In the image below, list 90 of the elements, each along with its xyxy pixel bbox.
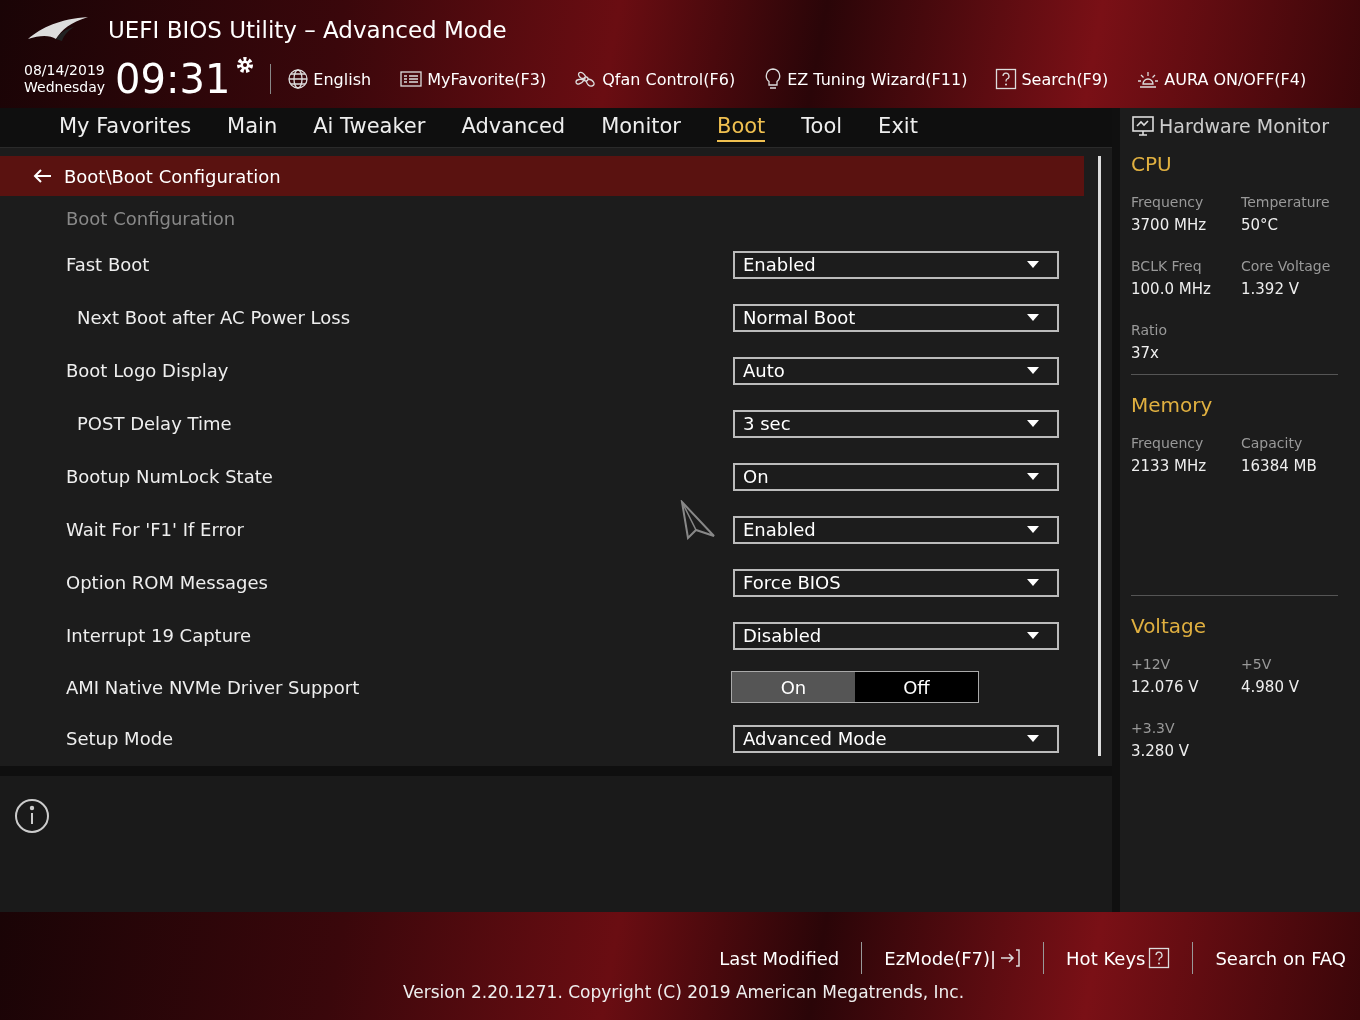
setting-label: Boot Logo Display	[66, 360, 230, 381]
dropdown-field[interactable]: Enabled	[733, 515, 1059, 544]
dropdown-arrow-icon	[1027, 579, 1039, 586]
section-heading: Boot Configuration	[65, 207, 237, 231]
dropdown-field[interactable]: Disabled	[733, 621, 1059, 650]
dropdown-field[interactable]: Auto	[733, 356, 1059, 385]
exit-icon	[999, 948, 1022, 968]
menu-tab[interactable]: Monitor	[601, 113, 681, 142]
version-text: Version 2.20.1271. Copyright (C) 2019 American Megatrends, Inc.	[403, 982, 965, 1002]
setting-label: AMI Native NVMe Driver Support	[66, 676, 361, 698]
menu-tab[interactable]: Advanced	[461, 113, 566, 142]
reading-label: BCLK Freq	[1131, 258, 1203, 274]
toggle-option[interactable]: On	[732, 672, 855, 702]
reading-label: Core Voltage	[1241, 258, 1332, 274]
scrollbar[interactable]	[1098, 156, 1101, 756]
group-heading: Memory	[1131, 393, 1214, 417]
dropdown-field[interactable]: Normal Boot	[733, 303, 1059, 332]
reading-value: 4.980 V	[1241, 678, 1300, 696]
clock-time: 09:31	[115, 56, 231, 102]
dropdown-arrow-icon	[1027, 314, 1039, 321]
setting-label: Wait For 'F1' If Error	[66, 519, 245, 540]
reading-label: Temperature	[1241, 194, 1331, 210]
footer-link[interactable]: Search on FAQ	[1192, 942, 1346, 974]
footer-link[interactable]: Hot Keys	[1043, 942, 1193, 974]
reading-value: 37x	[1131, 344, 1160, 362]
reading-label: +3.3V	[1131, 720, 1176, 736]
dropdown-arrow-icon	[1027, 632, 1039, 639]
dropdown-arrow-icon	[1027, 735, 1039, 742]
setting-label: Option ROM Messages	[66, 572, 269, 593]
reading-label: +12V	[1131, 656, 1172, 672]
toolbar-button[interactable]: MyFavorite(F3)	[399, 67, 547, 91]
reading-value: 100.0 MHz	[1131, 280, 1212, 298]
reading-label: Frequency	[1131, 194, 1205, 210]
reading-value: 2133 MHz	[1131, 457, 1208, 475]
toggle-option[interactable]: Off	[855, 672, 978, 702]
window-title: UEFI BIOS Utility – Advanced Mode	[108, 17, 507, 43]
footer-link[interactable]: EzMode(F7)|	[861, 942, 1044, 974]
reading-value: 1.392 V	[1241, 280, 1300, 298]
dropdown-field[interactable]: Force BIOS	[733, 568, 1059, 597]
dropdown-field[interactable]: Enabled	[733, 250, 1059, 279]
menu-tab[interactable]: Tool	[801, 113, 843, 142]
dropdown-arrow-icon	[1027, 367, 1039, 374]
weekday-text: Wednesday	[24, 79, 106, 96]
setting-label: Next Boot after AC Power Loss	[77, 307, 352, 328]
reading-value: 3700 MHz	[1131, 216, 1208, 234]
toolbar-button[interactable]: Qfan Control(F6)	[574, 67, 736, 91]
dropdown-arrow-icon	[1027, 261, 1039, 268]
dropdown-arrow-icon	[1027, 420, 1039, 427]
dropdown-field[interactable]: On	[733, 462, 1059, 491]
monitor-icon	[1131, 115, 1155, 137]
list-icon	[399, 69, 424, 89]
back-arrow-icon	[32, 168, 52, 184]
mouse-pointer-icon	[680, 500, 716, 540]
setting-label: POST Delay Time	[77, 413, 233, 434]
toolbar-button[interactable]: English	[287, 67, 372, 91]
panel-title: Hardware Monitor	[1159, 115, 1329, 137]
menu-tab[interactable]: My Favorites	[59, 113, 192, 142]
toolbar-button[interactable]: EZ Tuning Wizard(F11)	[763, 67, 968, 91]
dropdown-arrow-icon	[1027, 526, 1039, 533]
date-text: 08/14/2019	[24, 62, 106, 79]
reading-value: 3.280 V	[1131, 742, 1190, 760]
breadcrumb-text: Boot\Boot Configuration	[64, 165, 281, 187]
reading-label: Ratio	[1131, 322, 1168, 338]
reading-value: 50°C	[1241, 216, 1280, 234]
dropdown-field[interactable]: 3 sec	[733, 409, 1059, 438]
menu-tab[interactable]: Main	[227, 113, 278, 142]
globe-icon	[287, 68, 310, 90]
setting-label: Bootup NumLock State	[66, 466, 274, 487]
setting-label: Fast Boot	[66, 254, 151, 275]
footer-link[interactable]: Last Modified	[697, 942, 862, 974]
dropdown-arrow-icon	[1027, 473, 1039, 480]
group-heading: CPU	[1131, 152, 1173, 176]
reading-label: Capacity	[1241, 435, 1304, 451]
info-icon	[14, 798, 50, 834]
menu-tab[interactable]: Ai Tweaker	[313, 113, 426, 142]
toolbar-button[interactable]: AURA ON/OFF(F4)	[1136, 67, 1307, 91]
reading-label: Frequency	[1131, 435, 1205, 451]
setting-label: Setup Mode	[66, 728, 175, 749]
menu-tab[interactable]: Boot	[716, 113, 766, 142]
question-icon	[995, 68, 1018, 90]
breadcrumb-bar[interactable]: Boot\Boot Configuration	[0, 156, 1084, 196]
setting-label: Interrupt 19 Capture	[66, 625, 253, 646]
question-icon	[1148, 947, 1171, 969]
reading-label: +5V	[1241, 656, 1273, 672]
reading-value: 12.076 V	[1131, 678, 1200, 696]
dropdown-field[interactable]: Advanced Mode	[733, 724, 1059, 753]
toolbar-button[interactable]: Search(F9)	[995, 67, 1109, 91]
menu-tab[interactable]: Exit	[878, 113, 918, 142]
group-heading: Voltage	[1131, 614, 1208, 638]
reading-value: 16384 MB	[1241, 457, 1318, 475]
